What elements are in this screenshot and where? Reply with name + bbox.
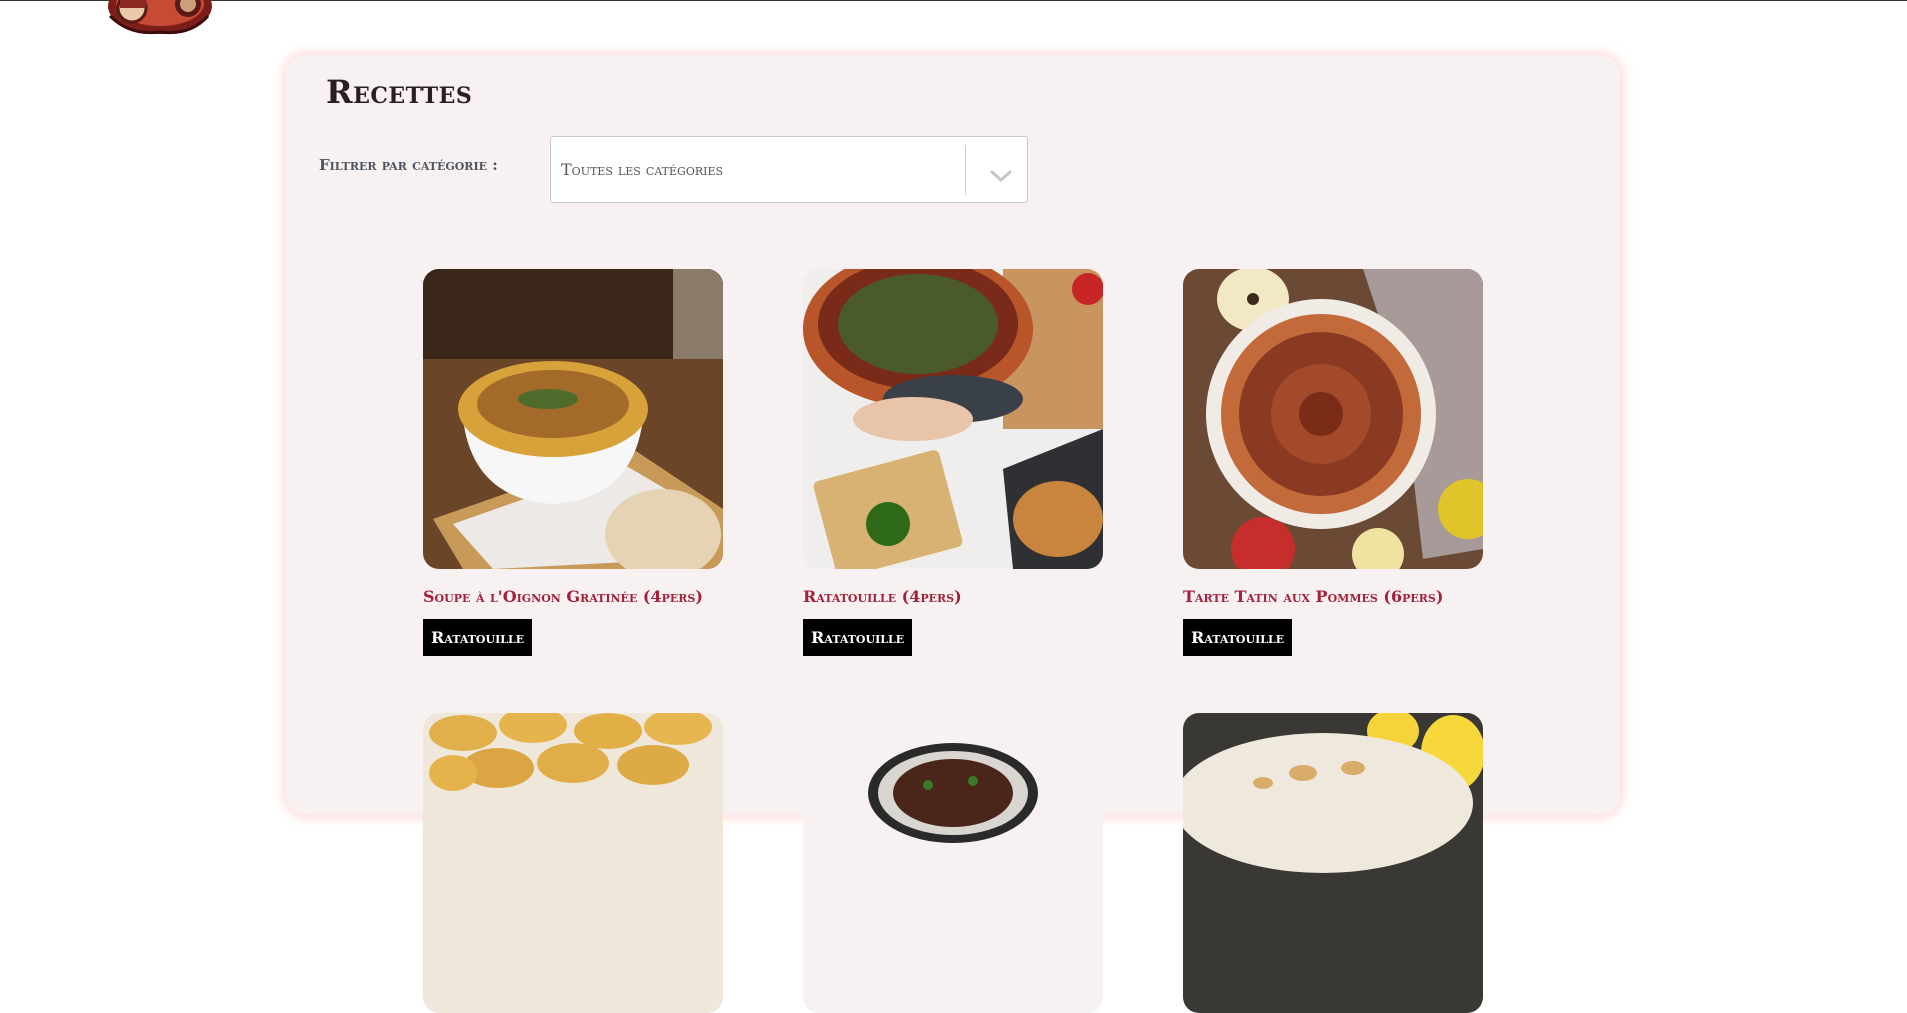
recipes-panel: Recettes Filtrer par catégorie : Toutes … [286, 55, 1620, 1013]
recipe-card [803, 713, 1103, 1013]
select-separator [965, 145, 966, 195]
ratatouille-photo[interactable] [803, 269, 1103, 569]
recipe-card [1183, 713, 1483, 1013]
category-select[interactable]: Toutes les catégories [550, 136, 1028, 203]
recipe-card: Soupe à l'Oignon Gratinée (4pers) Ratato… [423, 269, 723, 656]
recipe-card [423, 713, 723, 1013]
recipe-card: Tarte Tatin aux Pommes (6pers) Ratatouil… [1183, 269, 1483, 656]
recipe-card: Ratatouille (4pers) Ratatouille [803, 269, 1103, 656]
recipe-title[interactable]: Soupe à l'Oignon Gratinée (4pers) [423, 585, 723, 609]
recipe-category-tag[interactable]: Ratatouille [803, 619, 913, 656]
recipe-category-tag[interactable]: Ratatouille [423, 619, 533, 656]
recipe-title[interactable]: Tarte Tatin aux Pommes (6pers) [1183, 585, 1483, 609]
recipe-title[interactable]: Ratatouille (4pers) [803, 585, 1103, 609]
top-border [0, 0, 1907, 1]
lemon-tart-photo[interactable] [1183, 713, 1483, 1013]
madeleines-photo[interactable] [423, 713, 723, 1013]
recipe-category-tag[interactable]: Ratatouille [1183, 619, 1293, 656]
filter-label: Filtrer par catégorie : [319, 156, 498, 174]
restaurant-logo-icon[interactable] [90, 0, 220, 42]
tarte-tatin-photo[interactable] [1183, 269, 1483, 569]
page-title: Recettes [326, 73, 473, 111]
category-select-value: Toutes les catégories [561, 160, 724, 179]
chevron-down-icon[interactable] [989, 169, 1013, 183]
onion-soup-photo[interactable] [423, 269, 723, 569]
beef-stew-photo[interactable] [803, 713, 1103, 1013]
